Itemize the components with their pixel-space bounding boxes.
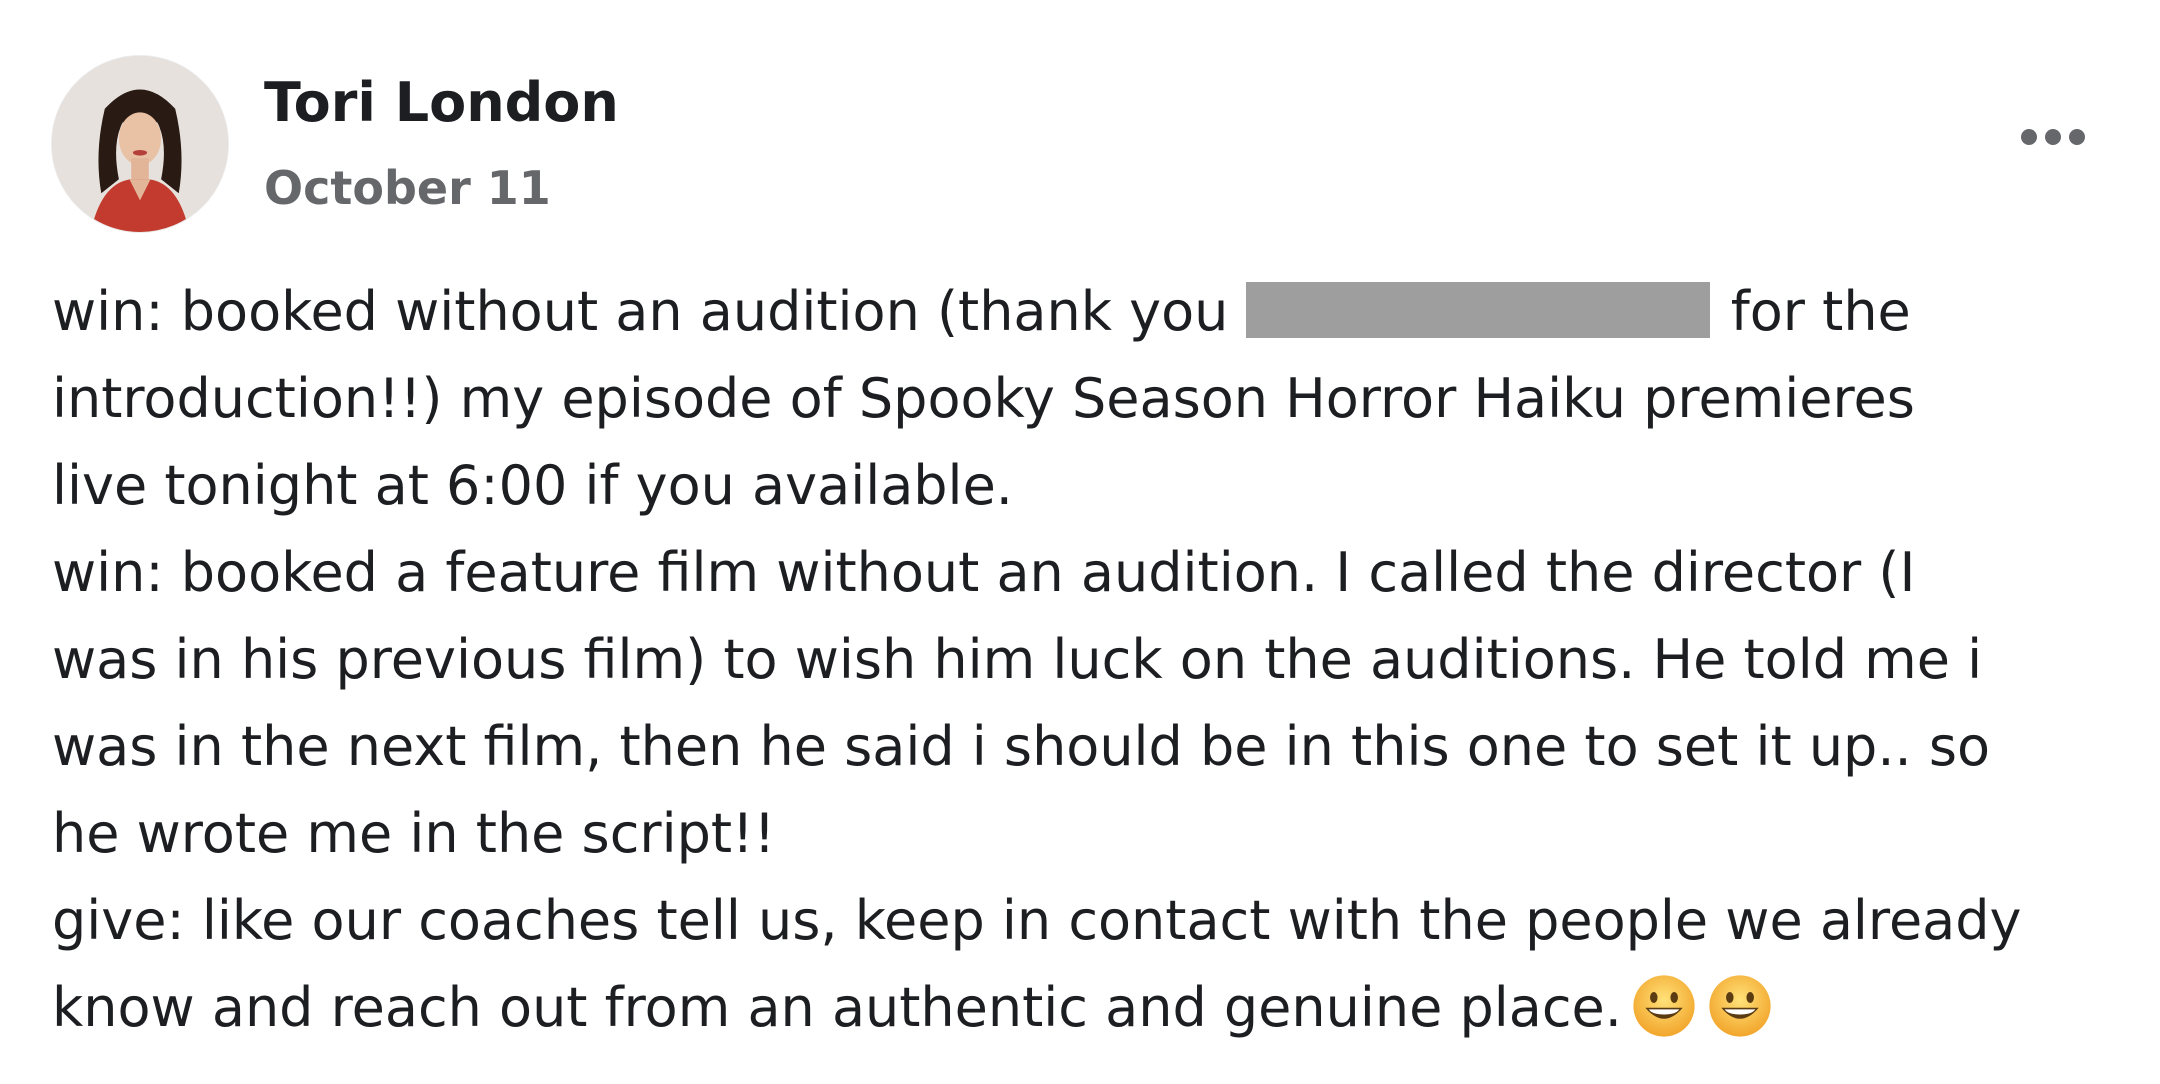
post-text-segment: win: booked without an audition (thank y… xyxy=(52,280,1246,343)
post-line: was in the next film, then he said i sho… xyxy=(52,715,1990,778)
post-line: win: booked a feature film without an au… xyxy=(52,541,1916,604)
post-line: give: like our coaches tell us, keep in … xyxy=(52,889,2022,952)
more-options-button[interactable] xyxy=(2010,112,2096,162)
facebook-post: Tori London October 11 win: booked witho… xyxy=(0,0,2160,1084)
avatar[interactable] xyxy=(52,56,228,232)
post-line: introduction!!) my episode of Spooky Sea… xyxy=(52,367,1915,430)
more-dot-icon xyxy=(2021,129,2037,145)
grinning-face-icon xyxy=(1706,972,1774,1040)
more-dot-icon xyxy=(2069,129,2085,145)
post-line: he wrote me in the script!! xyxy=(52,802,776,865)
post-timestamp[interactable]: October 11 xyxy=(264,160,551,216)
post-text-segment: know and reach out from an authentic and… xyxy=(52,976,1622,1039)
redacted-tagged-name xyxy=(1245,282,1710,338)
post-line: was in his previous film) to wish him lu… xyxy=(52,628,1983,691)
post-line: know and reach out from an authentic and… xyxy=(52,964,2142,1051)
post-line: win: booked without an audition (thank y… xyxy=(52,268,2142,355)
post-line: live tonight at 6:00 if you available. xyxy=(52,454,1013,517)
grinning-face-icon xyxy=(1630,972,1698,1040)
profile-photo xyxy=(52,56,228,232)
more-dot-icon xyxy=(2045,129,2061,145)
post-body-text: win: booked without an audition (thank y… xyxy=(52,268,2142,1051)
author-name[interactable]: Tori London xyxy=(264,70,619,136)
post-text-segment: for the xyxy=(1713,280,1911,343)
